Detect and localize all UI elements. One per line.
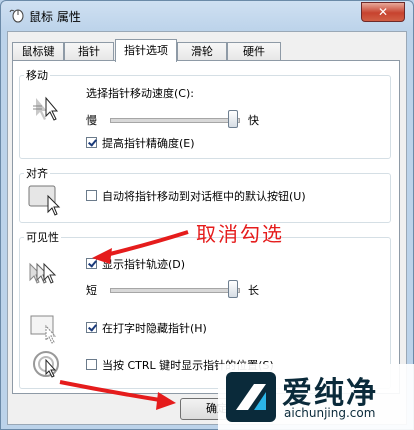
tab-label: 指针选项 [124, 44, 168, 57]
watermark-url: aichunjing.com [284, 406, 376, 420]
annotation-arrowhead-trails [92, 248, 112, 264]
annotation-arrowhead-ok [156, 392, 176, 410]
watermark: 爱纯净 aichunjing.com [218, 364, 414, 430]
watermark-logo-icon [226, 372, 276, 422]
tab-pointer-options[interactable]: 指针选项 [115, 39, 177, 62]
annotation-arrow-to-ok [59, 380, 161, 402]
annotation-arrow-to-trails [105, 230, 189, 257]
